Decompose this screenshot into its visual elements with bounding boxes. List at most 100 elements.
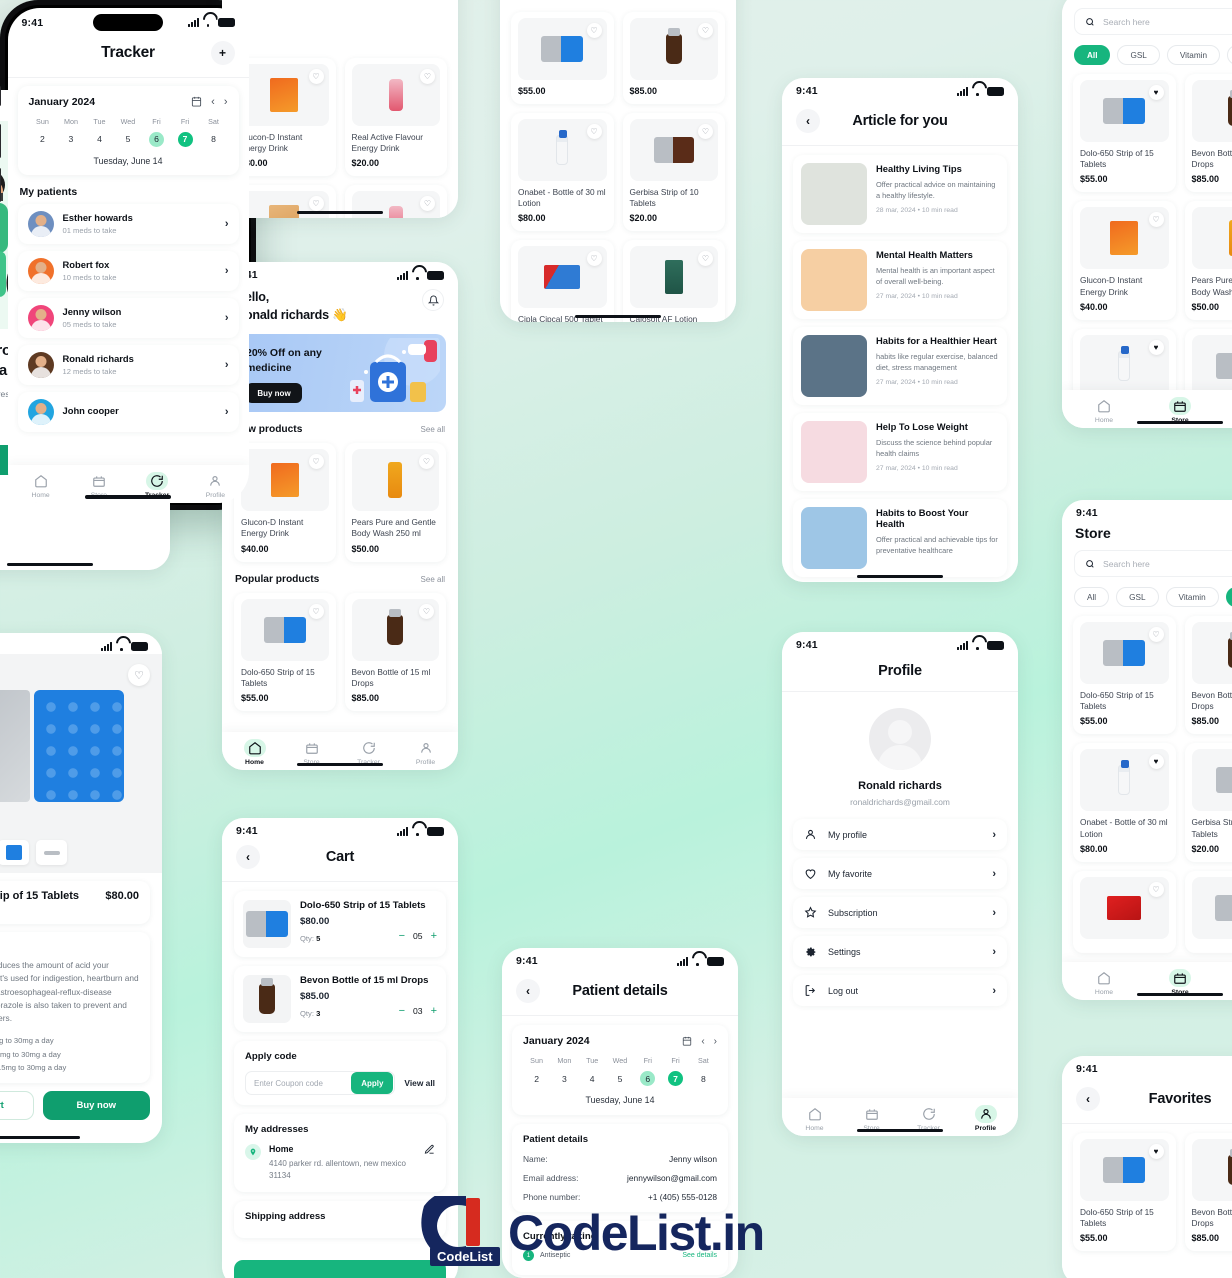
calendar-week[interactable]: Sun 2 Mon 3 Tue 4 Wed 5 Fri 6 Fri 7 Sat …: [523, 1056, 717, 1086]
profile-menu-item-my profile[interactable]: My profile ›: [793, 819, 1007, 850]
article-card[interactable]: Help To Lose Weight Discuss the science …: [793, 413, 1007, 491]
product-card[interactable]: ♡ Onabet - Bottle of 30 ml Lotion $80.00: [511, 113, 614, 232]
tab-home[interactable]: Home: [786, 1105, 843, 1132]
tab-home[interactable]: Home: [1076, 969, 1133, 996]
back-button[interactable]: ‹: [796, 109, 820, 133]
calendar-icon[interactable]: [682, 1036, 692, 1046]
back-button[interactable]: ‹: [516, 979, 540, 1003]
product-card[interactable]: ♡ Dolo-650 Strip of 15 Tablets $55.00: [234, 592, 336, 711]
chevron-right-icon[interactable]: ›: [225, 406, 229, 418]
add-button[interactable]: +: [210, 40, 235, 65]
see-all-link[interactable]: See all: [421, 425, 445, 434]
tab-home[interactable]: Home: [1076, 397, 1133, 424]
profile-menu-item-my favorite[interactable]: My favorite ›: [793, 858, 1007, 889]
product-card[interactable]: ♥ Onabet - Bottle of 30 ml Lotion $80.00: [1073, 743, 1176, 862]
calendar-day[interactable]: Wed 5: [114, 117, 142, 147]
see-all-link[interactable]: See all: [421, 575, 445, 584]
cart-item[interactable]: Dolo-650 Strip of 15 Tablets $80.00 Qty:…: [234, 891, 446, 957]
favorite-icon[interactable]: ♡: [586, 23, 602, 38]
chevron-right-icon[interactable]: ›: [225, 312, 229, 324]
thumbnail-3[interactable]: [0, 840, 29, 865]
chevron-right-icon[interactable]: ›: [225, 359, 229, 371]
favorite-icon[interactable]: ♡: [308, 196, 324, 212]
tab-tracker[interactable]: Tracker: [1228, 397, 1232, 424]
favorite-icon-filled[interactable]: ♥: [1148, 1144, 1164, 1159]
category-chip-gsl[interactable]: GSL: [1116, 587, 1159, 607]
category-chip-pharmacy[interactable]: Pharmacy: [1227, 45, 1232, 65]
calendar-day[interactable]: Sun 2: [29, 117, 57, 147]
calendar-day[interactable]: Tue 4: [86, 117, 114, 147]
coupon-input[interactable]: Enter Coupon code Apply: [245, 1071, 396, 1095]
patient-row[interactable]: John cooper ›: [17, 391, 239, 432]
favorite-icon[interactable]: ♡: [128, 664, 150, 686]
favorite-icon[interactable]: ♡: [308, 69, 324, 84]
product-card[interactable]: ♡ Gerbisa Strip of 10 Tablets $20.00: [622, 113, 725, 232]
gallery-thumbnails[interactable]: [0, 832, 162, 873]
patient-row[interactable]: Esther howards 01 meds to take ›: [17, 203, 239, 244]
product-card[interactable]: ♥ Dolo-650 Strip of 15 Tablets $55.00: [1073, 1133, 1176, 1252]
back-button[interactable]: ‹: [236, 845, 260, 869]
favorite-icon[interactable]: ♡: [1148, 212, 1164, 228]
profile-menu-item-log out[interactable]: Log out ›: [793, 975, 1007, 1006]
decrement-button[interactable]: −: [399, 930, 405, 942]
product-card[interactable]: ♡: [1073, 870, 1176, 953]
article-card[interactable]: Habits for a Healthier Heart habits like…: [793, 327, 1007, 405]
product-card[interactable]: ♡ Glucon-D Instant Energy Drink $40.00: [1073, 201, 1176, 320]
product-card[interactable]: ♥ Bevon Bottle of 15 ml Drops $85.00: [1184, 1133, 1232, 1252]
favorite-icon-filled[interactable]: ♥: [1148, 85, 1164, 100]
notification-bell-icon[interactable]: [422, 289, 444, 311]
chevron-right-icon[interactable]: ›: [225, 265, 229, 277]
tab-tracker[interactable]: Tracker: [1228, 969, 1232, 996]
product-card[interactable]: ♡ Calosoft AF Lotion 100ml $45.00: [622, 240, 725, 322]
favorite-icon[interactable]: ♡: [698, 23, 713, 38]
back-button[interactable]: ‹: [1076, 1087, 1100, 1111]
apply-button[interactable]: Apply: [351, 1072, 394, 1094]
product-card[interactable]: ♡ Bevon Bottle of 15 ml Drops $85.00: [1184, 616, 1232, 735]
product-card[interactable]: ♡ $55.00: [511, 12, 614, 104]
promo-buy-now-button[interactable]: Buy now: [246, 383, 302, 404]
calendar-day[interactable]: Sun 2: [523, 1056, 550, 1086]
favorite-icon[interactable]: ♡: [308, 454, 324, 470]
product-card[interactable]: ♡ $85.00: [622, 12, 725, 104]
product-card[interactable]: ♡ Real Active Flavour Energy Drink $20.0…: [344, 58, 447, 177]
favorite-icon[interactable]: ♡: [586, 124, 602, 139]
category-chips[interactable]: All GSL Vitamin Pharmacy: [1062, 35, 1232, 74]
add-to-cart-button[interactable]: Add to cart: [0, 1091, 34, 1121]
product-card[interactable]: ♡ Bevon Bottle of 15 ml Drops $85.00: [1184, 74, 1232, 193]
quantity-stepper[interactable]: − 03 +: [399, 1005, 437, 1017]
category-chips[interactable]: All GSL Vitamin Pharmacy: [1062, 577, 1232, 616]
search-input[interactable]: Search here: [1074, 8, 1232, 35]
tab-home[interactable]: Home: [12, 472, 70, 499]
product-card[interactable]: ♡ Gerbisa Strip of 10 Tablets $20.00: [1184, 743, 1232, 862]
favorite-icon[interactable]: ♡: [420, 196, 435, 212]
calendar-day[interactable]: Fri 7: [171, 117, 199, 147]
category-chip-vitamin[interactable]: Vitamin: [1165, 587, 1219, 607]
product-card[interactable]: ♡ Cipla Cipcal 500 Tablet for Bone, Join…: [511, 240, 614, 322]
tab-profile[interactable]: Profile: [397, 739, 454, 766]
search-input[interactable]: Search here: [1074, 550, 1232, 577]
calendar-day[interactable]: Sat 8: [200, 117, 228, 147]
chevron-right-icon[interactable]: ›: [225, 218, 229, 230]
view-all-link[interactable]: View all: [404, 1078, 435, 1088]
article-card[interactable]: Habits to Boost Your Health Offer practi…: [793, 499, 1007, 577]
calendar-day[interactable]: Fri 6: [143, 117, 171, 147]
patient-row[interactable]: Robert fox 10 meds to take ›: [17, 250, 239, 291]
profile-menu-item-settings[interactable]: Settings ›: [793, 936, 1007, 967]
increment-button[interactable]: +: [431, 1005, 437, 1017]
tab-home[interactable]: Home: [226, 739, 283, 766]
edit-address-icon[interactable]: [424, 1144, 435, 1155]
category-chip-all[interactable]: All: [1074, 45, 1111, 65]
favorite-icon[interactable]: ♡: [586, 251, 602, 267]
chevron-right-icon[interactable]: ›: [992, 868, 996, 880]
favorite-icon-filled[interactable]: ♥: [1148, 754, 1164, 770]
calendar-week[interactable]: Sun 2 Mon 3 Tue 4 Wed 5 Fri 6 Fri 7 Sat …: [29, 117, 228, 147]
quantity-stepper[interactable]: − 05 +: [399, 930, 437, 942]
favorite-icon[interactable]: ♡: [420, 69, 435, 84]
category-chip-gsl[interactable]: GSL: [1117, 45, 1160, 65]
product-card[interactable]: ♡: [1184, 870, 1232, 953]
favorite-icon[interactable]: ♡: [419, 603, 434, 619]
favorite-icon[interactable]: ♡: [1148, 881, 1164, 897]
category-chip-pharmacy[interactable]: Pharmacy: [1225, 587, 1232, 607]
calendar-day[interactable]: Mon 3: [551, 1056, 578, 1086]
favorite-icon[interactable]: ♡: [698, 251, 713, 267]
